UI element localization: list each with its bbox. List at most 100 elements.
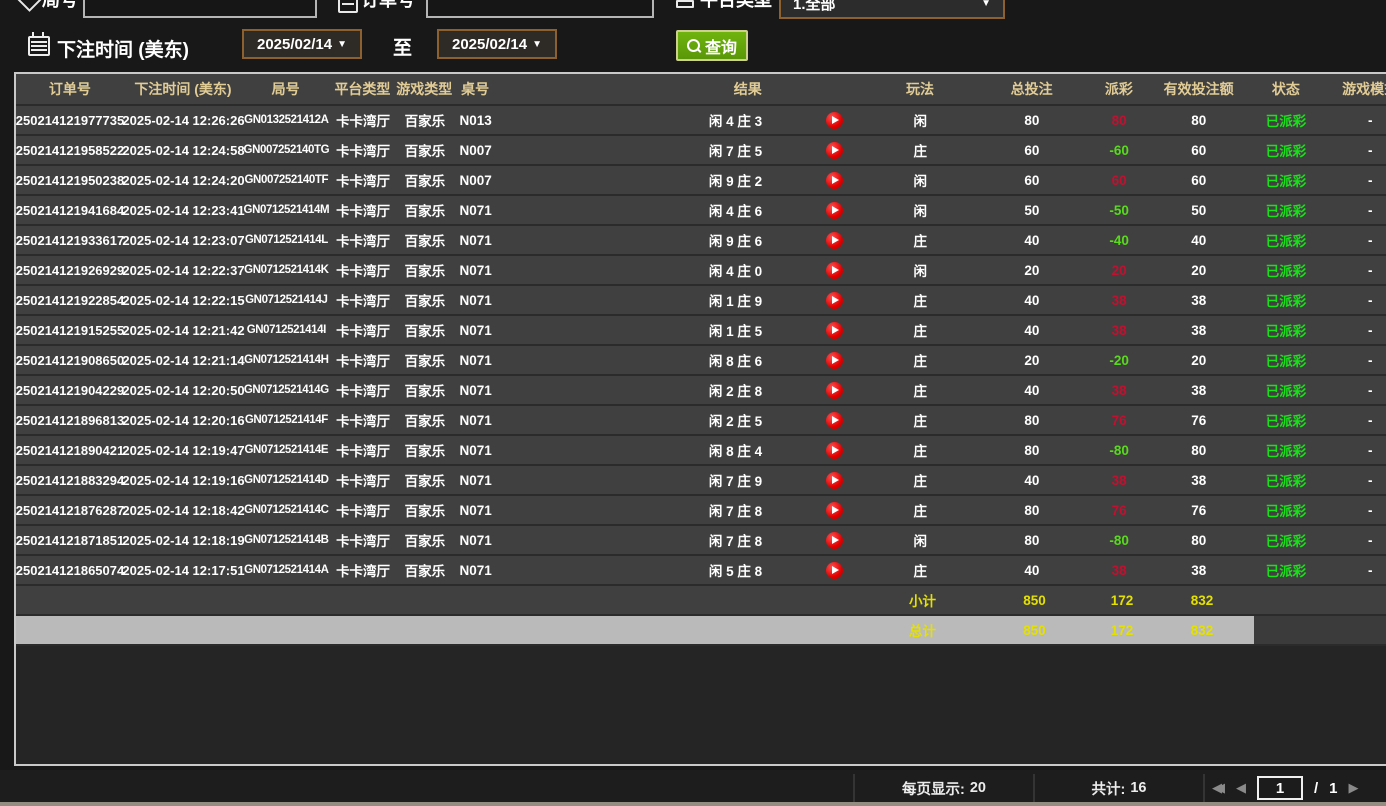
table-row: 2502141218762872025-02-14 12:18:42GN0712… [16,496,1386,526]
total-bet-cell: 40 [970,556,1095,584]
col-header-table-no: 桌号 [453,74,498,104]
table-header-row: 订单号 下注时间 (美东) 局号 平台类型 游戏类型 桌号 结果 玩法 总投注 … [16,74,1386,106]
play-icon[interactable] [826,442,843,459]
table-row: 2502141219228542025-02-14 12:22:15GN0712… [16,286,1386,316]
status-cell: 已派彩 [1254,436,1319,464]
game-type-cell: 百家乐 [396,526,453,554]
play-icon-cell [776,136,871,164]
result-cell: 闲 7 庄 5 [498,136,776,164]
play-cell: 庄 [871,136,970,164]
play-icon[interactable] [826,172,843,189]
order-id-cell: 250214121941684 [16,196,124,224]
play-icon-cell [776,556,871,584]
total-bet-cell: 60 [970,136,1095,164]
status-cell: 已派彩 [1254,106,1319,134]
platform-cell: 卡卡湾厅 [330,556,397,584]
play-icon[interactable] [826,322,843,339]
date-range-to-label: 至 [393,33,412,60]
round-id-cell: GN0712521414H [243,346,330,374]
play-icon-cell [776,226,871,254]
play-icon[interactable] [826,412,843,429]
payout-cell: -50 [1094,196,1144,224]
col-header-replay [776,74,871,104]
col-header-game-mode: 游戏模式 [1318,74,1386,104]
valid-bet-cell: 38 [1144,466,1254,494]
play-icon[interactable] [826,502,843,519]
status-cell: 已派彩 [1254,466,1319,494]
total-bet-cell: 80 [970,406,1095,434]
round-id-cell: GN0712521414K [243,256,330,284]
play-icon[interactable] [826,472,843,489]
table-no-cell: N071 [453,316,498,344]
play-icon[interactable] [826,352,843,369]
play-cell: 庄 [871,316,970,344]
order-id-cell: 250214121896813 [16,406,124,434]
bet-time-cell: 2025-02-14 12:22:37 [124,256,243,284]
payout-cell: 80 [1094,106,1144,134]
valid-bet-cell: 40 [1144,226,1254,254]
pagination-bar: 每页显示: 20 共计: 16 ◀◀ ◀ 1 / 1 ▶ [0,770,1386,806]
platform-type-select[interactable]: 1.全部 ▼ [779,0,1005,19]
col-header-platform: 平台类型 [329,74,396,104]
table-no-cell: N071 [453,376,498,404]
prev-page-icon[interactable]: ◀ [1236,780,1246,796]
valid-bet-cell: 20 [1144,346,1254,374]
mode-cell: - [1318,406,1386,434]
payout-cell: -80 [1094,526,1144,554]
play-icon-cell [776,316,871,344]
play-icon[interactable] [826,232,843,249]
platform-cell: 卡卡湾厅 [330,136,397,164]
play-icon[interactable] [826,292,843,309]
grand-total-label: 总计 [873,616,972,644]
date-from-picker[interactable]: 2025/02/14 ▼ [242,29,362,59]
play-icon[interactable] [826,202,843,219]
table-no-cell: N071 [453,406,498,434]
play-cell: 庄 [871,286,970,314]
round-id-input[interactable] [83,0,317,18]
date-to-picker[interactable]: 2025/02/14 ▼ [437,29,557,59]
bet-time-cell: 2025-02-14 12:24:20 [124,166,243,194]
status-cell: 已派彩 [1254,526,1319,554]
bet-time-cell: 2025-02-14 12:17:51 [124,556,243,584]
order-id-cell: 250214121977735 [16,106,124,134]
payout-cell: -40 [1094,226,1144,254]
play-cell: 庄 [871,376,970,404]
valid-bet-cell: 60 [1144,136,1254,164]
platform-type-label: 平台类型 [700,0,772,12]
bet-records-table: 订单号 下注时间 (美东) 局号 平台类型 游戏类型 桌号 结果 玩法 总投注 … [14,72,1386,766]
valid-bet-cell: 38 [1144,316,1254,344]
first-page-icon[interactable]: ◀◀ [1212,780,1225,796]
document-icon [338,0,358,13]
status-cell: 已派彩 [1254,286,1319,314]
play-icon[interactable] [826,142,843,159]
query-button-label: 查询 [705,34,737,58]
play-icon[interactable] [826,382,843,399]
page-separator: / [1314,780,1318,797]
chevron-down-icon: ▼ [532,39,542,50]
play-icon[interactable] [826,112,843,129]
col-header-result: 结果 [498,74,776,104]
col-header-total-bet: 总投注 [969,74,1094,104]
page-input[interactable]: 1 [1257,776,1303,800]
play-cell: 闲 [871,526,970,554]
mode-cell: - [1318,496,1386,524]
platform-cell: 卡卡湾厅 [330,376,397,404]
play-icon[interactable] [826,532,843,549]
game-type-cell: 百家乐 [396,226,453,254]
play-icon[interactable] [826,262,843,279]
play-icon[interactable] [826,562,843,579]
bet-time-cell: 2025-02-14 12:18:42 [124,496,243,524]
table-no-cell: N071 [453,496,498,524]
valid-bet-cell: 76 [1144,496,1254,524]
table-row: 2502141219777352025-02-14 12:26:26GN0132… [16,106,1386,136]
total-bet-cell: 80 [970,496,1095,524]
query-button[interactable]: 查询 [676,30,748,61]
mode-cell: - [1318,136,1386,164]
table-no-cell: N071 [453,346,498,374]
next-page-icon[interactable]: ▶ [1349,780,1359,796]
status-cell: 已派彩 [1254,316,1319,344]
col-header-game-type: 游戏类型 [396,74,453,104]
play-cell: 庄 [871,226,970,254]
order-id-input[interactable] [426,0,654,18]
table-no-cell: N071 [453,556,498,584]
